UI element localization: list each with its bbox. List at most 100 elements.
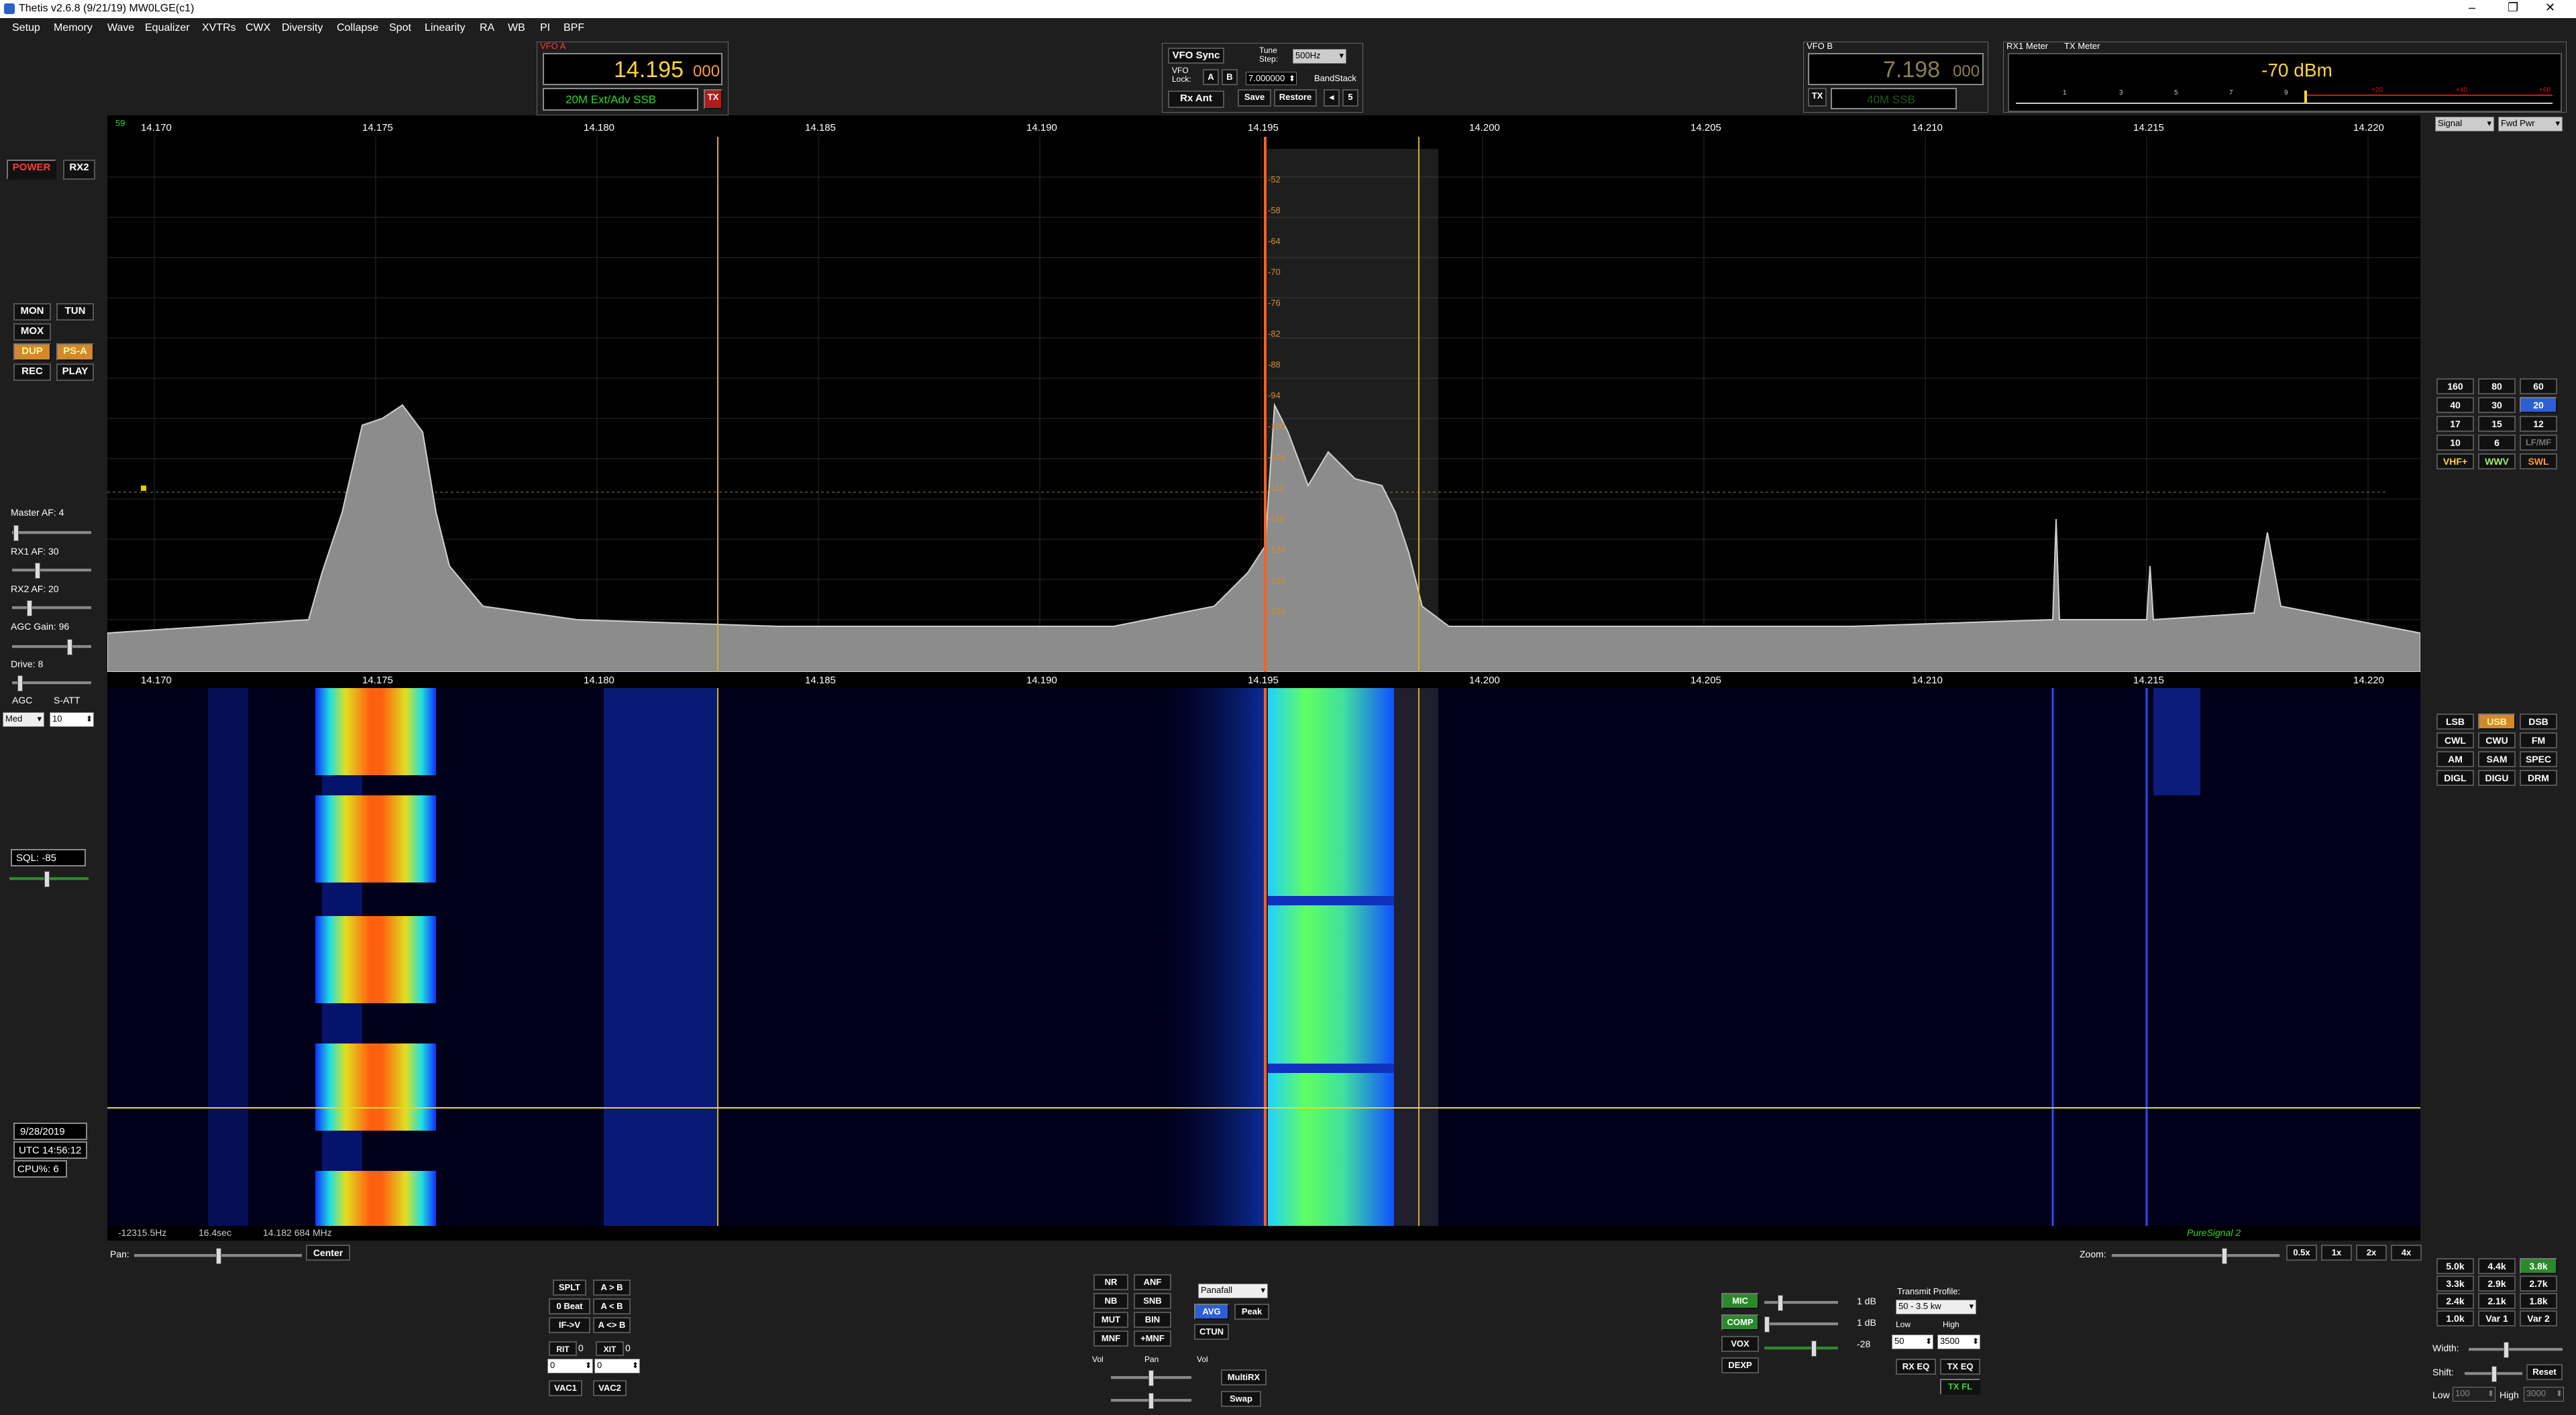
mode-digl[interactable]: DIGL — [2436, 770, 2474, 786]
mode-am[interactable]: AM — [2436, 751, 2474, 767]
anf-button[interactable]: ANF — [1134, 1274, 1171, 1290]
filter-low-spin[interactable]: 100 — [2453, 1387, 2496, 1402]
a-from-b-button[interactable]: A < B — [593, 1298, 631, 1314]
rit-spin[interactable]: 0 — [547, 1359, 593, 1373]
band-60[interactable]: 60 — [2520, 378, 2557, 394]
band-lf-mf[interactable]: LF/MF — [2520, 435, 2557, 451]
pan-slider[interactable] — [134, 1248, 302, 1264]
band-15[interactable]: 15 — [2478, 416, 2516, 432]
master-af-slider[interactable] — [12, 525, 91, 541]
filter-1-8k[interactable]: 1.8k — [2520, 1293, 2557, 1309]
band-80[interactable]: 80 — [2478, 378, 2516, 394]
mode-usb[interactable]: USB — [2478, 714, 2516, 730]
mon-button[interactable]: MON — [13, 303, 51, 321]
filter-width-slider[interactable] — [2469, 1342, 2563, 1358]
filter-var2[interactable]: Var 2 — [2520, 1310, 2557, 1326]
mic-button[interactable]: MIC — [1721, 1293, 1759, 1309]
band-6[interactable]: 6 — [2478, 435, 2516, 451]
vfo-a-tx-badge[interactable]: TX — [704, 89, 722, 109]
panadapter-display[interactable] — [107, 137, 2420, 672]
dexp-button[interactable]: DEXP — [1721, 1357, 1759, 1373]
filter-reset-button[interactable]: Reset — [2526, 1364, 2563, 1380]
filter-4-4k[interactable]: 4.4k — [2478, 1258, 2516, 1274]
s-att-spin[interactable]: 10 — [50, 712, 94, 727]
snb-button[interactable]: SNB — [1134, 1293, 1171, 1309]
vfo-lock-a[interactable]: A — [1203, 69, 1219, 85]
filter-var1[interactable]: Var 1 — [2478, 1310, 2516, 1326]
tun-button[interactable]: TUN — [56, 303, 94, 321]
rit-button[interactable]: RIT — [549, 1341, 577, 1356]
menu-memory[interactable]: Memory — [54, 22, 93, 34]
zoom-0-5x[interactable]: 0.5x — [2286, 1245, 2317, 1261]
zoom-slider[interactable] — [2112, 1248, 2279, 1264]
mut-button[interactable]: MUT — [1093, 1312, 1128, 1328]
split-button[interactable]: SPLT — [553, 1280, 586, 1296]
filter-3-8k[interactable]: 3.8k — [2520, 1258, 2557, 1274]
menu-spot[interactable]: Spot — [389, 22, 411, 34]
tx-high-spin[interactable]: 3500 — [1937, 1335, 1980, 1349]
menu-setup[interactable]: Setup — [12, 22, 40, 34]
zoom-1x[interactable]: 1x — [2321, 1245, 2352, 1261]
power-button[interactable]: POWER — [7, 160, 56, 180]
tx-fl-button[interactable]: TX FL — [1940, 1379, 1980, 1395]
rx-eq-button[interactable]: RX EQ — [1896, 1359, 1936, 1375]
nr-button[interactable]: NR — [1093, 1274, 1128, 1290]
rx-pan-slider-2[interactable] — [1111, 1393, 1191, 1409]
filter-1-0k[interactable]: 1.0k — [2436, 1310, 2474, 1326]
filter-high-spin[interactable]: 3000 — [2524, 1387, 2564, 1402]
drive-slider[interactable] — [12, 675, 91, 691]
band-20[interactable]: 20 — [2520, 397, 2557, 413]
rx2-button[interactable]: RX2 — [63, 160, 95, 180]
menu-equalizer[interactable]: Equalizer — [145, 22, 190, 34]
rx-pan-slider[interactable] — [1111, 1370, 1191, 1386]
menu-collapse[interactable]: Collapse — [337, 22, 378, 34]
rx1-af-slider[interactable] — [12, 563, 91, 579]
filter-2-9k[interactable]: 2.9k — [2478, 1276, 2516, 1292]
mode-digu[interactable]: DIGU — [2478, 770, 2516, 786]
tx-meter-select[interactable]: Fwd Pwr — [2498, 117, 2563, 131]
bandstack-freq[interactable]: 7.000000 — [1246, 72, 1297, 85]
filter-2-7k[interactable]: 2.7k — [2520, 1276, 2557, 1292]
comp-slider[interactable] — [1764, 1316, 1838, 1333]
plus-mnf-button[interactable]: +MNF — [1134, 1331, 1171, 1347]
xit-button[interactable]: XIT — [596, 1341, 624, 1356]
mox-button[interactable]: MOX — [13, 323, 51, 341]
rx-meter-select[interactable]: Signal — [2435, 117, 2494, 131]
avg-button[interactable]: AVG — [1194, 1304, 1229, 1320]
restore-icon[interactable]: ❐ — [2508, 1, 2518, 15]
vfo-lock-b[interactable]: B — [1222, 69, 1238, 85]
band-swl[interactable]: SWL — [2520, 453, 2557, 469]
band-wwv[interactable]: WWV — [2478, 453, 2516, 469]
vox-slider[interactable] — [1764, 1341, 1838, 1357]
agc-mode-select[interactable]: Med — [3, 712, 44, 727]
filter-3-3k[interactable]: 3.3k — [2436, 1276, 2474, 1292]
tx-low-spin[interactable]: 50 — [1892, 1335, 1933, 1349]
rx2-af-slider[interactable] — [12, 600, 91, 616]
band-10[interactable]: 10 — [2436, 435, 2474, 451]
comp-button[interactable]: COMP — [1721, 1314, 1759, 1331]
dup-button[interactable]: DUP — [13, 343, 51, 361]
tx-profile-select[interactable]: 50 - 3.5 kw — [1896, 1300, 1976, 1314]
menu-xvtrs[interactable]: XVTRs — [202, 22, 236, 34]
filter-5-0k[interactable]: 5.0k — [2436, 1258, 2474, 1274]
play-button[interactable]: PLAY — [56, 363, 94, 381]
peak-button[interactable]: Peak — [1234, 1304, 1269, 1320]
vfo-b-display[interactable]: 7.198 000 — [1808, 53, 1984, 85]
a-to-b-button[interactable]: A > B — [593, 1280, 631, 1296]
bandstack-restore[interactable]: Restore — [1274, 89, 1317, 107]
zoom-4x[interactable]: 4x — [2391, 1245, 2422, 1261]
mode-spec[interactable]: SPEC — [2520, 751, 2557, 767]
mode-sam[interactable]: SAM — [2478, 751, 2516, 767]
minimize-icon[interactable]: – — [2469, 1, 2475, 15]
band-30[interactable]: 30 — [2478, 397, 2516, 413]
filter-2-4k[interactable]: 2.4k — [2436, 1293, 2474, 1309]
band-vhf[interactable]: VHF+ — [2436, 453, 2474, 469]
mode-cwu[interactable]: CWU — [2478, 732, 2516, 748]
zoom-2x[interactable]: 2x — [2356, 1245, 2387, 1261]
vac1-button[interactable]: VAC1 — [549, 1380, 582, 1396]
filter-2-1k[interactable]: 2.1k — [2478, 1293, 2516, 1309]
menu-linearity[interactable]: Linearity — [425, 22, 465, 34]
bandstack-prev[interactable]: ◂ — [1324, 89, 1340, 107]
mode-cwl[interactable]: CWL — [2436, 732, 2474, 748]
vac2-button[interactable]: VAC2 — [593, 1380, 627, 1396]
